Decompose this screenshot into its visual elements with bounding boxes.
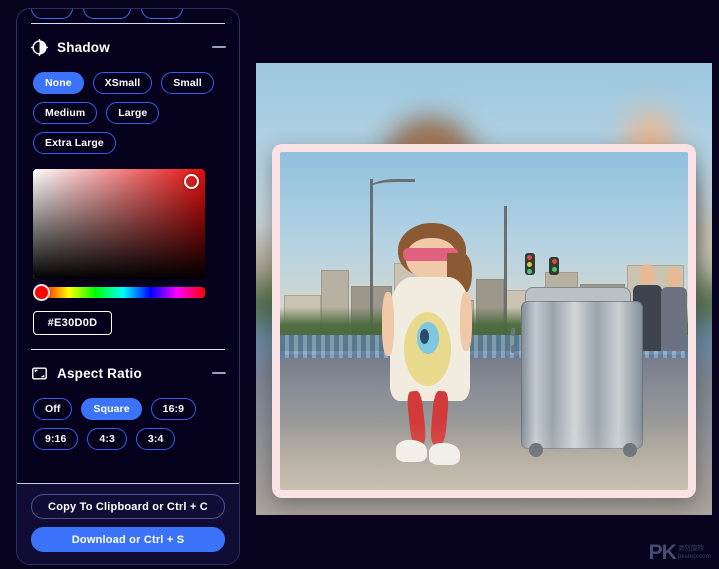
shadow-option-none[interactable]: None [33,72,84,94]
download-button[interactable]: Download or Ctrl + S [31,527,225,552]
watermark-line-1: 请勿旋转 [677,544,704,552]
shadow-option-small[interactable]: Small [161,72,214,94]
settings-scroll-area[interactable]: Shadow None XSmall Small Medium Large Ex… [17,9,239,483]
photo-scene [280,152,688,490]
aspect-option-16-9[interactable]: 16:9 [150,398,197,420]
shadow-option-xsmall[interactable]: XSmall [92,72,153,94]
crop-frame-icon [32,366,47,380]
panel-footer: Copy To Clipboard or Ctrl + C Download o… [17,483,239,564]
contrast-icon [31,38,48,56]
aspect-ratio-section-title: Aspect Ratio [57,365,142,381]
aspect-option-4-3[interactable]: 4:3 [87,428,127,450]
aspect-option-off[interactable]: Off [33,398,73,420]
aspect-ratio-options[interactable]: Off Square 16:9 9:16 4:3 3:4 [17,384,239,450]
previous-section-options-partial[interactable] [17,9,239,19]
background-person-2 [659,266,688,352]
aspect-option-square[interactable]: Square [81,398,142,420]
traffic-light [524,253,535,276]
lamp-arm [369,179,415,193]
shadow-section-header[interactable]: Shadow [17,24,239,58]
color-saturation-area[interactable] [33,169,205,279]
partial-pill-3[interactable] [141,9,183,19]
girl-arm-right [459,292,472,352]
partial-pill-2[interactable] [83,9,131,19]
partial-pill-1[interactable] [31,9,73,19]
dress-print-eye [419,329,429,344]
watermark-line-2: pkstep.com [677,552,711,560]
shadow-option-large[interactable]: Large [106,102,160,124]
aspect-ratio-section-header[interactable]: Aspect Ratio [17,350,239,384]
traffic-light-2 [549,256,560,275]
app-root: Shadow None XSmall Small Medium Large Ex… [0,0,719,569]
hex-color-input[interactable]: #E30D0D [33,311,112,335]
image-preview-canvas[interactable] [256,63,712,515]
aspect-ratio-collapse-button[interactable] [210,367,227,379]
hue-slider-track[interactable] [41,287,205,298]
hue-slider-handle[interactable] [33,284,50,301]
shadow-size-options[interactable]: None XSmall Small Medium Large Extra Lar… [17,58,239,154]
framed-photo-inner [280,152,688,490]
watermark-logo: PK [648,541,677,564]
girl-arm-left [382,292,395,357]
watermark-text: 请勿旋转 pkstep.com [678,545,711,563]
suitcase-latch-2 [510,344,515,353]
hue-slider[interactable] [33,284,205,301]
shadow-option-extra-large[interactable]: Extra Large [33,132,116,154]
suitcase-latch-1 [510,327,515,336]
aspect-option-9-16[interactable]: 9:16 [33,428,79,450]
shadow-collapse-button[interactable] [210,41,227,53]
framed-photo[interactable] [272,144,696,498]
watermark: PK 请勿旋转 pkstep.com [649,542,711,563]
aspect-option-3-4[interactable]: 3:4 [135,428,176,450]
shadow-section-title: Shadow [57,39,110,55]
saturation-handle[interactable] [184,174,199,189]
shadow-option-medium[interactable]: Medium [33,102,98,124]
settings-panel: Shadow None XSmall Small Medium Large Ex… [16,8,240,565]
saturation-black-overlay [33,169,205,279]
copy-to-clipboard-button[interactable]: Copy To Clipboard or Ctrl + C [31,494,225,519]
road-highlight [280,422,688,490]
